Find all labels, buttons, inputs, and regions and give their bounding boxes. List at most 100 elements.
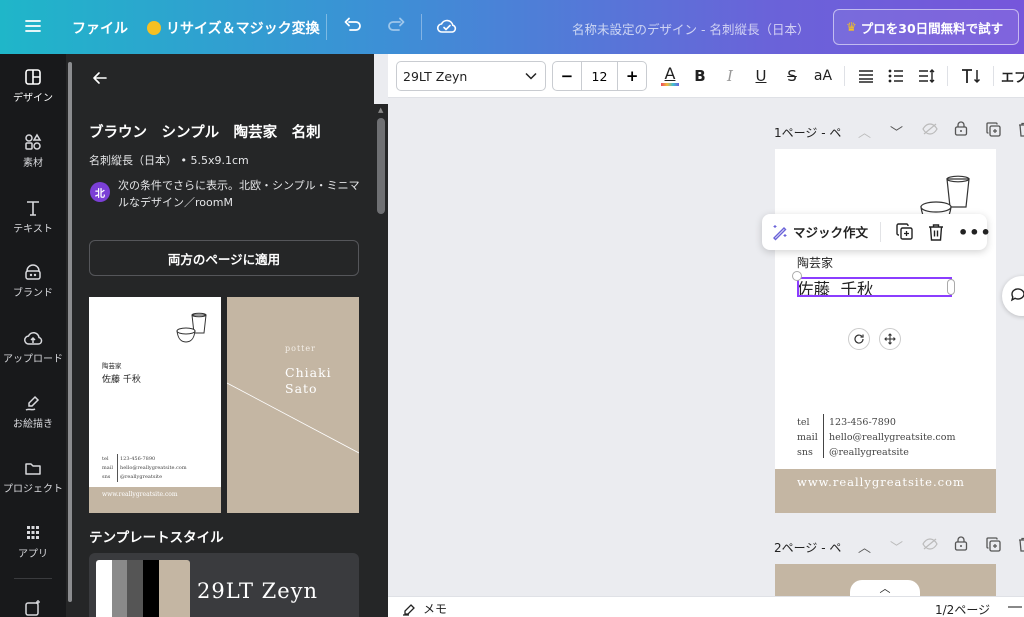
move-page-down-icon[interactable]: ﹀ (890, 122, 903, 141)
mail-label[interactable]: mail (797, 430, 818, 445)
delete-page-icon[interactable] (1018, 537, 1024, 556)
tel-label: tel (102, 456, 109, 462)
move-page-up-icon[interactable]: ︿ (858, 537, 871, 556)
website-text[interactable]: www.reallygreatsite.com (797, 475, 965, 489)
card-website-band[interactable]: www.reallygreatsite.com (775, 469, 996, 513)
tel-label[interactable]: tel (797, 415, 818, 430)
lock-page-icon[interactable] (954, 536, 968, 555)
resize-handle[interactable] (792, 271, 802, 281)
rail-item-apps[interactable]: アプリ (0, 524, 66, 560)
text-direction-icon[interactable] (956, 54, 986, 98)
hide-page-icon[interactable] (922, 123, 938, 139)
divider (844, 66, 845, 86)
back-arrow-icon[interactable] (92, 70, 108, 90)
crown-icon (147, 21, 161, 35)
panel-scrollbar[interactable]: ▲ (374, 104, 388, 617)
rail-item-elements[interactable]: 素材 (0, 133, 66, 169)
page-2-title[interactable]: 2ページ - ペ (774, 539, 841, 556)
effects-button[interactable]: エフ (1001, 54, 1024, 98)
rotate-icon[interactable] (848, 328, 870, 350)
rail-scrollbar[interactable] (66, 54, 74, 617)
font-family-select[interactable]: 29LT Zeyn (396, 61, 546, 91)
chevron-down-icon (525, 72, 537, 80)
redo-icon[interactable] (386, 17, 406, 35)
font-size-stepper[interactable]: − 12 + (552, 61, 647, 91)
font-size-input[interactable]: 12 (580, 62, 619, 90)
letter-case-button[interactable]: aA (810, 54, 836, 98)
tel-value[interactable]: 123-456-7890 (829, 415, 955, 430)
scroll-thumb[interactable] (68, 62, 72, 602)
comment-icon (1010, 288, 1024, 302)
delete-element-icon[interactable] (928, 223, 944, 245)
hide-page-icon[interactable] (922, 538, 938, 554)
back-name-line: Chiaki (285, 365, 332, 380)
try-pro-label: プロを30日間無料で試す (860, 20, 1004, 36)
color-swatch (158, 560, 190, 617)
rail-item-label: アップロード (3, 354, 63, 365)
bold-button[interactable]: B (689, 54, 711, 98)
file-menu-button[interactable]: ファイル (72, 18, 128, 38)
template-page-thumbnail-front[interactable]: 陶芸家 佐藤 千秋 tel mail sns 123-456-7890 hell… (89, 297, 221, 513)
top-bar: ファイル リサイズ＆マジック変換 名称未設定のデザイン - 名刺縦長（日本） ♛… (0, 0, 1024, 54)
mail-value[interactable]: hello@reallygreatsite.com (829, 430, 955, 445)
card-name[interactable]: 佐藤 千秋 (797, 276, 874, 300)
scroll-up-arrow-icon[interactable]: ▲ (378, 106, 383, 114)
rail-item-label: デザイン (13, 93, 53, 104)
author-description[interactable]: 次の条件でさらに表示。北欧・シンプル・ミニマ ルなデザイン／roomM (118, 177, 368, 211)
document-title[interactable]: 名称未設定のデザイン - 名刺縦長（日本） (572, 19, 809, 38)
duplicate-page-icon[interactable] (986, 122, 1001, 141)
strikethrough-button[interactable]: S (781, 54, 803, 98)
rail-item-draw[interactable]: お絵描き (0, 394, 66, 430)
move-page-down-icon[interactable]: ﹀ (890, 537, 903, 556)
align-icon[interactable] (854, 54, 878, 98)
template-page-thumbnail-back[interactable]: potter Chiaki Sato (227, 297, 359, 513)
duplicate-element-icon[interactable] (896, 223, 914, 245)
move-page-up-icon[interactable]: ︿ (858, 122, 871, 141)
magic-write-button[interactable]: マジック作文 (771, 222, 868, 241)
undo-icon[interactable] (343, 17, 363, 35)
comment-button[interactable] (1002, 276, 1024, 316)
duplicate-page-icon[interactable] (986, 537, 1001, 556)
notes-label: メモ (423, 602, 448, 616)
text-color-button[interactable]: A (658, 54, 682, 98)
bullet-list-icon[interactable] (884, 54, 908, 98)
design-canvas[interactable]: 1ページ - ペ ︿ ﹀ 陶芸家 佐藤 千秋 tel mail sns 123-… (388, 98, 1024, 617)
floating-context-toolbar: マジック作文 ••• (762, 214, 991, 250)
diagonal-line-decoration (227, 382, 359, 454)
author-avatar[interactable]: 北 (90, 182, 110, 202)
sns-value[interactable]: @reallygreatsite (829, 445, 955, 460)
hamburger-menu-icon[interactable] (24, 17, 42, 35)
delete-page-icon[interactable] (1018, 122, 1024, 141)
notes-button[interactable]: メモ (402, 600, 447, 617)
resize-magic-button[interactable]: リサイズ＆マジック変換 (147, 18, 320, 38)
cloud-saved-icon[interactable] (436, 17, 458, 35)
sns-label[interactable]: sns (797, 445, 818, 460)
increase-font-size-button[interactable]: + (618, 67, 646, 85)
decrease-font-size-button[interactable]: − (553, 67, 581, 85)
template-style-card[interactable]: 29LT Zeyn (89, 553, 359, 617)
rail-item-text[interactable]: テキスト (0, 199, 66, 235)
page-1-title[interactable]: 1ページ - ペ (774, 124, 841, 141)
mail-label: mail (102, 465, 113, 471)
apply-both-pages-button[interactable]: 両方のページに適用 (89, 240, 359, 276)
more-options-icon[interactable]: ••• (958, 223, 992, 242)
italic-button[interactable]: I (719, 54, 741, 98)
color-swatch (111, 560, 128, 617)
rail-item-magic-media[interactable] (0, 599, 66, 617)
card-role[interactable]: 陶芸家 (797, 254, 833, 271)
underline-button[interactable]: U (750, 54, 772, 98)
try-pro-button[interactable]: ♛ プロを30日間無料で試す (833, 9, 1019, 45)
rail-item-brand[interactable]: ブランド (0, 263, 66, 299)
page-indicator[interactable]: 1/2ページ (935, 601, 990, 617)
line-spacing-icon[interactable] (915, 54, 939, 98)
resize-handle[interactable] (947, 279, 955, 295)
card-website-band: www.reallygreatsite.com (89, 487, 221, 513)
color-palette (96, 560, 190, 617)
lock-page-icon[interactable] (954, 121, 968, 140)
scroll-thumb[interactable] (377, 118, 385, 214)
rail-item-projects[interactable]: プロジェクト (0, 459, 66, 495)
rail-item-upload[interactable]: アップロード (0, 329, 66, 365)
move-icon[interactable] (879, 328, 901, 350)
rail-item-design[interactable]: デザイン (0, 68, 66, 104)
zoom-slider[interactable] (1008, 606, 1022, 608)
